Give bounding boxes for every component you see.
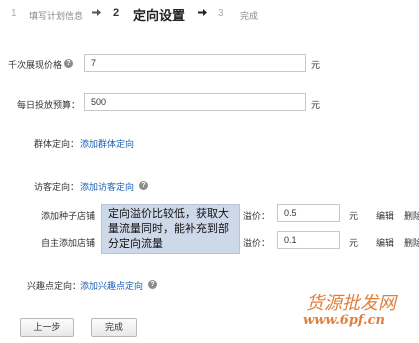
prev-step-button[interactable]: 上一步	[20, 318, 74, 337]
seed-shop-premium-input[interactable]	[277, 204, 340, 222]
group-targeting-label: 群体定向：	[34, 139, 80, 149]
visitor-targeting-label: 访客定向：	[34, 182, 80, 192]
add-group-targeting-link[interactable]: 添加群体定向	[80, 137, 134, 150]
step-1-label: 填写计划信息	[29, 11, 84, 21]
interest-targeting-label: 兴趣点定向：	[27, 281, 82, 291]
step-1-number: 1	[11, 8, 17, 19]
seed-shop-delete-link[interactable]: 删除	[404, 209, 419, 222]
watermark-title: 货源批发网	[306, 293, 396, 314]
step-2-label: 定向设置	[133, 8, 186, 23]
help-icon[interactable]: ?	[64, 59, 73, 68]
premium-tooltip: 定向溢价比较低，获取大量流量同时，能补充到部分定向流量	[101, 204, 240, 254]
help-icon[interactable]: ?	[139, 181, 148, 190]
seed-shop-premium-label: 溢价：	[243, 211, 271, 221]
add-interest-targeting-link[interactable]: 添加兴趣点定向	[80, 279, 143, 292]
step-3-label: 完成	[240, 11, 259, 21]
seed-shop-label: 添加种子店铺	[41, 211, 96, 221]
seed-shop-edit-link[interactable]: 编辑	[376, 209, 394, 222]
add-visitor-targeting-link[interactable]: 添加访客定向	[80, 180, 134, 193]
arrow-right-icon	[198, 9, 207, 16]
step-3-number: 3	[218, 8, 224, 19]
daily-budget-unit: 元	[311, 100, 321, 110]
custom-shop-label: 自主添加店铺	[41, 238, 96, 248]
step-2-number: 2	[113, 7, 120, 19]
custom-shop-edit-link[interactable]: 编辑	[376, 236, 394, 249]
finish-button[interactable]: 完成	[91, 318, 137, 337]
arrow-right-icon	[92, 9, 101, 16]
daily-budget-input[interactable]	[84, 93, 306, 111]
show-price-input[interactable]	[84, 54, 306, 72]
help-icon[interactable]: ?	[148, 280, 157, 289]
custom-shop-premium-input[interactable]	[277, 231, 340, 249]
custom-shop-premium-label: 溢价：	[243, 238, 271, 248]
daily-budget-label: 每日投放预算：	[17, 100, 81, 110]
custom-shop-delete-link[interactable]: 删除	[404, 236, 419, 249]
show-price-label: 千次展现价格	[8, 60, 63, 70]
custom-shop-unit: 元	[349, 238, 359, 248]
show-price-unit: 元	[311, 60, 321, 70]
seed-shop-unit: 元	[349, 211, 359, 221]
watermark-url: www.6pf.cn	[303, 313, 385, 328]
